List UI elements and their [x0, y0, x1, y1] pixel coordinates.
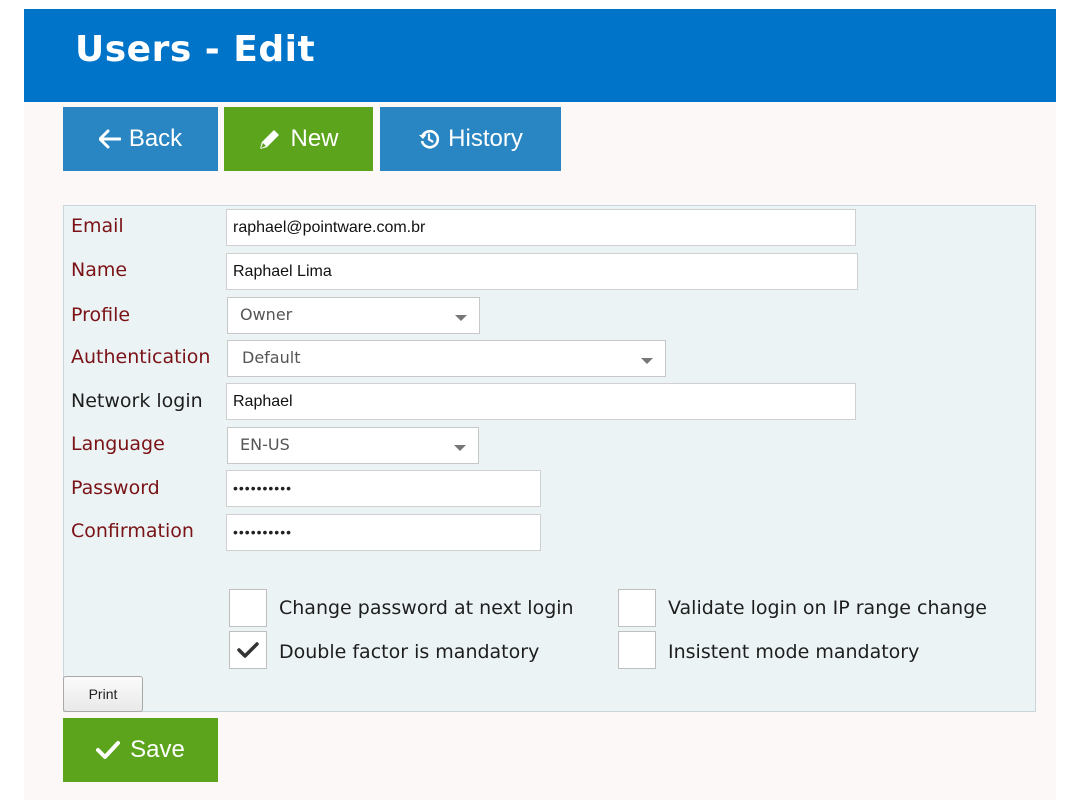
language-select-value: EN-US — [240, 435, 290, 454]
insistent-mode-checkbox[interactable] — [618, 631, 656, 669]
confirmation-label: Confirmation — [71, 520, 194, 542]
save-button[interactable]: Save — [63, 718, 218, 782]
change-password-label: Change password at next login — [279, 597, 574, 619]
new-button[interactable]: New — [224, 107, 373, 171]
new-button-label: New — [290, 125, 339, 152]
double-factor-label: Double factor is mandatory — [279, 641, 540, 663]
network-login-label: Network login — [71, 390, 203, 412]
pencil-icon — [258, 127, 282, 151]
password-field[interactable]: •••••••••• — [226, 470, 541, 507]
checkmark-icon — [237, 641, 259, 659]
name-field[interactable]: Raphael Lima — [226, 253, 858, 290]
page-container: Users - Edit Back New History Email raph… — [24, 9, 1056, 800]
history-icon — [418, 128, 440, 150]
chevron-down-icon — [641, 358, 653, 364]
authentication-select[interactable]: Default — [227, 340, 666, 377]
authentication-select-value: Default — [242, 348, 301, 367]
password-label: Password — [71, 477, 160, 499]
validate-login-ip-checkbox[interactable] — [618, 589, 656, 627]
language-label: Language — [71, 433, 165, 455]
print-button[interactable]: Print — [63, 676, 143, 712]
arrow-left-icon — [98, 129, 121, 149]
checkmark-icon — [96, 740, 121, 760]
back-button[interactable]: Back — [63, 107, 218, 171]
language-select[interactable]: EN-US — [227, 427, 479, 464]
insistent-mode-label: Insistent mode mandatory — [668, 641, 920, 663]
change-password-checkbox[interactable] — [229, 589, 267, 627]
back-button-label: Back — [128, 125, 183, 152]
chevron-down-icon — [454, 445, 466, 451]
history-button-label: History — [448, 125, 523, 152]
save-button-label: Save — [130, 736, 185, 763]
page-title: Users - Edit — [75, 29, 316, 70]
validate-login-ip-label: Validate login on IP range change — [668, 597, 987, 619]
name-label: Name — [71, 259, 128, 281]
profile-select-value: Owner — [240, 305, 293, 324]
profile-select[interactable]: Owner — [227, 297, 480, 334]
confirmation-field[interactable]: •••••••••• — [226, 514, 541, 551]
page-header: Users - Edit — [24, 9, 1056, 102]
email-label: Email — [71, 215, 124, 237]
profile-label: Profile — [71, 304, 131, 326]
email-field[interactable]: raphael@pointware.com.br — [226, 209, 856, 246]
authentication-label: Authentication — [71, 346, 211, 368]
chevron-down-icon — [455, 315, 467, 321]
network-login-field[interactable]: Raphael — [226, 383, 856, 420]
double-factor-checkbox[interactable] — [229, 631, 267, 669]
history-button[interactable]: History — [380, 107, 561, 171]
